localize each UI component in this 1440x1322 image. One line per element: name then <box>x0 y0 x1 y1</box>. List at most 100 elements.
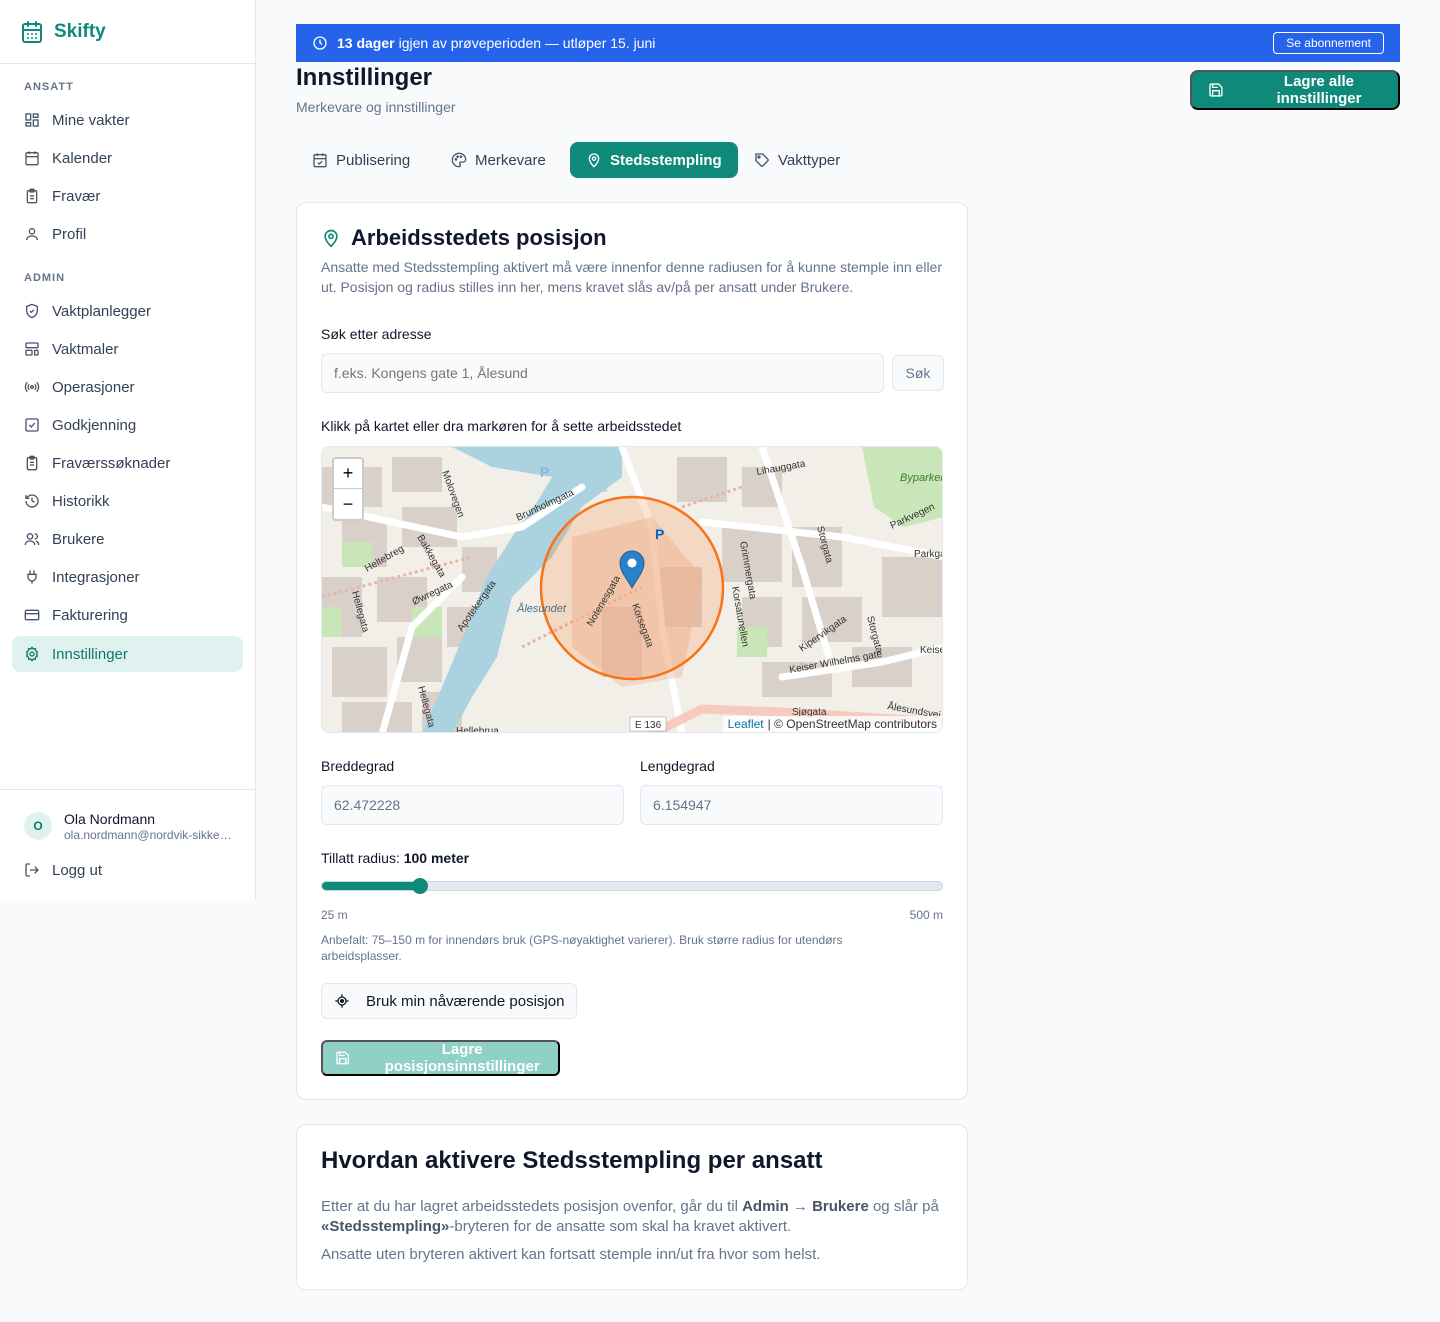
radius-label: Tillatt radius: 100 meter <box>321 850 469 866</box>
sidebar-item-vaktplanlegger[interactable]: Vaktplanlegger <box>12 293 243 329</box>
shield-icon <box>26 303 38 319</box>
sidebar-item-kalender[interactable]: Kalender <box>12 140 243 176</box>
search-button[interactable]: Søk <box>892 355 944 391</box>
tab-publisering[interactable]: Publisering <box>296 142 426 178</box>
sidebar-item-profil[interactable]: Profil <box>12 216 243 252</box>
admin-link-text: Admin <box>742 1198 789 1215</box>
use-current-position-button[interactable]: Bruk min nåværende posisjon <box>321 983 577 1019</box>
subscription-button[interactable]: Se abonnement <box>1273 32 1384 54</box>
sidebar-item-label: Fravær <box>52 187 101 205</box>
address-search-input[interactable] <box>321 353 884 393</box>
sidebar-item-label: Mine vakter <box>52 111 130 129</box>
sidebar-item-brukere[interactable]: Brukere <box>12 521 243 557</box>
tab-vakttyper[interactable]: Vakttyper <box>738 142 856 178</box>
sidebar-footer: O Ola Nordmann ola.nordmann@nordvik-sikk… <box>0 789 255 900</box>
location-card: Arbeidsstedets posisjon Ansatte med Sted… <box>296 202 968 1100</box>
svg-text:Parkgata: Parkgata <box>914 549 943 560</box>
check-square-icon <box>25 418 39 432</box>
sidebar-item-label: Profil <box>52 225 87 243</box>
app-name: Skifty <box>54 20 106 42</box>
credit-card-icon <box>24 609 40 621</box>
save-position-label: Lagre posisjonsinnstillinger <box>384 1041 540 1075</box>
page-title: Innstillinger <box>296 64 433 91</box>
svg-text:Hellebrua: Hellebrua <box>456 726 499 733</box>
tab-stedsstempling[interactable]: Stedsstempling <box>570 142 738 178</box>
svg-text:P: P <box>655 526 664 542</box>
plug-icon <box>27 570 37 584</box>
location-card-description: Ansatte med Stedsstempling aktivert må v… <box>321 259 943 295</box>
layout-grid-icon <box>25 113 39 127</box>
brand[interactable]: Skifty <box>0 0 255 64</box>
howto-text: og slår på <box>868 1198 939 1215</box>
map-pin-icon <box>324 229 338 248</box>
sidebar-item-label: Vaktmaler <box>52 340 119 358</box>
latitude-input[interactable]: 62.472228 <box>321 785 624 825</box>
sidebar-item-historikk[interactable]: Historikk <box>12 483 243 519</box>
radius-slider-thumb[interactable] <box>411 878 428 894</box>
section-label-admin: ADMIN <box>24 272 66 284</box>
palette-icon <box>451 152 467 168</box>
map[interactable]: Lihauggata Byparken Parkvegen Parkgata B… <box>321 446 943 733</box>
sidebar-item-godkjenning[interactable]: Godkjenning <box>12 407 243 443</box>
sidebar-item-label: Integrasjoner <box>52 568 140 586</box>
search-label: Søk etter adresse <box>321 326 432 342</box>
tag-icon <box>755 153 769 167</box>
sidebar-item-fravaer[interactable]: Fravær <box>12 178 243 214</box>
radius-slider[interactable] <box>321 878 943 894</box>
sidebar: Skifty ANSATT Mine vakter Kalender Fravæ… <box>0 0 256 900</box>
clipboard-icon <box>26 188 38 204</box>
map-zoom-in-button[interactable]: + <box>334 459 362 489</box>
longitude-label: Lengdegrad <box>640 758 715 774</box>
svg-text:E 136: E 136 <box>635 720 662 731</box>
radio-icon <box>24 381 40 393</box>
howto-title: Hvordan aktivere Stedsstempling per ansa… <box>321 1147 823 1174</box>
users-icon <box>24 533 40 546</box>
arrow-text: → <box>788 1198 813 1215</box>
tab-label: Stedsstempling <box>610 151 722 169</box>
map-pin-icon <box>588 153 600 168</box>
log-out-icon <box>25 863 39 877</box>
logout-label: Logg ut <box>52 861 103 879</box>
avatar[interactable]: O <box>24 812 52 840</box>
save-all-button[interactable]: Lagre alle innstillinger <box>1190 70 1400 110</box>
howto-paragraph-1: Etter at du har lagret arbeidsstedets po… <box>321 1197 946 1237</box>
sidebar-item-label: Fraværssøknader <box>52 454 171 472</box>
radius-label-text: Tillatt radius: <box>321 850 400 866</box>
trial-days: 13 dager <box>337 35 395 51</box>
sidebar-item-fakturering[interactable]: Fakturering <box>12 597 243 633</box>
save-position-button[interactable]: Lagre posisjonsinnstillinger <box>321 1040 560 1076</box>
map-tiles: Lihauggata Byparken Parkvegen Parkgata B… <box>322 447 943 733</box>
sidebar-item-operasjoner[interactable]: Operasjoner <box>12 369 243 405</box>
sidebar-item-label: Innstillinger <box>52 645 128 663</box>
sidebar-item-label: Kalender <box>52 149 113 167</box>
tab-label: Publisering <box>336 151 411 169</box>
map-zoom-out-button[interactable]: − <box>334 489 362 519</box>
radius-hint: Anbefalt: 75–150 m for innendørs bruk (G… <box>321 933 843 963</box>
sidebar-item-label: Vaktplanlegger <box>52 302 151 320</box>
svg-text:Keise: Keise <box>920 645 943 656</box>
logout-button[interactable]: Logg ut <box>12 852 243 888</box>
user-icon <box>26 228 38 241</box>
sidebar-item-innstillinger[interactable]: Innstillinger <box>12 636 243 672</box>
howto-card: Hvordan aktivere Stedsstempling per ansa… <box>296 1124 968 1290</box>
leaflet-link[interactable]: Leaflet <box>728 717 764 731</box>
tab-merkevare[interactable]: Merkevare <box>435 142 562 178</box>
switch-name-text: «Stedsstempling» <box>321 1218 450 1235</box>
map-attribution: Leaflet | © OpenStreetMap contributors <box>722 716 942 732</box>
user-name: Ola Nordmann <box>64 811 156 827</box>
longitude-input[interactable]: 6.154947 <box>640 785 943 825</box>
brukere-link-text: Brukere <box>812 1198 869 1215</box>
sidebar-item-fravaerssoknader[interactable]: Fraværssøknader <box>12 445 243 481</box>
sidebar-item-vaktmaler[interactable]: Vaktmaler <box>12 331 243 367</box>
sidebar-item-integrasjoner[interactable]: Integrasjoner <box>12 559 243 595</box>
sidebar-item-mine-vakter[interactable]: Mine vakter <box>12 102 243 138</box>
location-card-title-text: Arbeidsstedets posisjon <box>351 225 607 250</box>
osm-attribution: | © OpenStreetMap contributors <box>767 717 937 731</box>
trial-banner: 13 dager igjen av prøveperioden — utløpe… <box>296 24 1400 62</box>
svg-text:P: P <box>540 464 549 480</box>
svg-text:Byparken: Byparken <box>900 472 943 484</box>
location-card-title: Arbeidsstedets posisjon <box>321 225 607 251</box>
calendar-check-icon <box>313 153 327 168</box>
tab-label: Merkevare <box>475 151 546 169</box>
save-all-label: Lagre alle innstillinger <box>1276 73 1362 107</box>
